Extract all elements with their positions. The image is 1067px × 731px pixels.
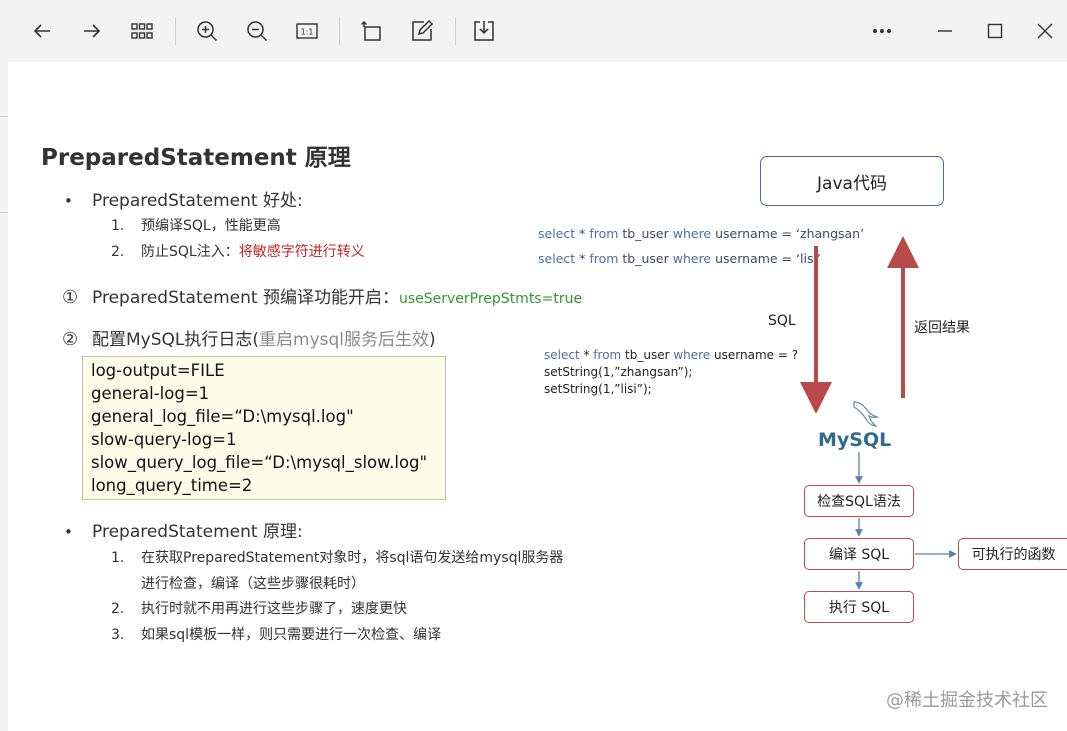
maximize-icon[interactable]: [979, 14, 1011, 48]
edit-icon[interactable]: [406, 14, 438, 48]
toolbar: 1:1: [0, 0, 1067, 62]
actual-size-label: 1:1: [301, 28, 314, 37]
minimize-icon[interactable]: [929, 14, 961, 48]
side-strip: [0, 62, 8, 731]
grid-view-icon[interactable]: [126, 14, 158, 48]
slide-canvas: PreparedStatement 原理 • PreparedStatement …: [8, 62, 1067, 731]
back-arrow-icon[interactable]: [26, 14, 58, 48]
rotate-icon[interactable]: [356, 14, 388, 48]
diagram-arrows: [800, 236, 957, 590]
zoom-out-icon[interactable]: [241, 14, 273, 48]
more-options-icon[interactable]: [866, 14, 898, 48]
actual-size-icon[interactable]: 1:1: [291, 14, 323, 48]
save-download-icon[interactable]: [468, 14, 500, 48]
toolbar-divider: [455, 17, 456, 45]
toolbar-divider: [175, 17, 176, 45]
zoom-in-icon[interactable]: [191, 14, 223, 48]
watermark: @稀土掘金技术社区: [886, 690, 1048, 711]
close-icon[interactable]: [1029, 14, 1061, 48]
forward-arrow-icon[interactable]: [76, 14, 108, 48]
toolbar-divider: [339, 17, 340, 45]
